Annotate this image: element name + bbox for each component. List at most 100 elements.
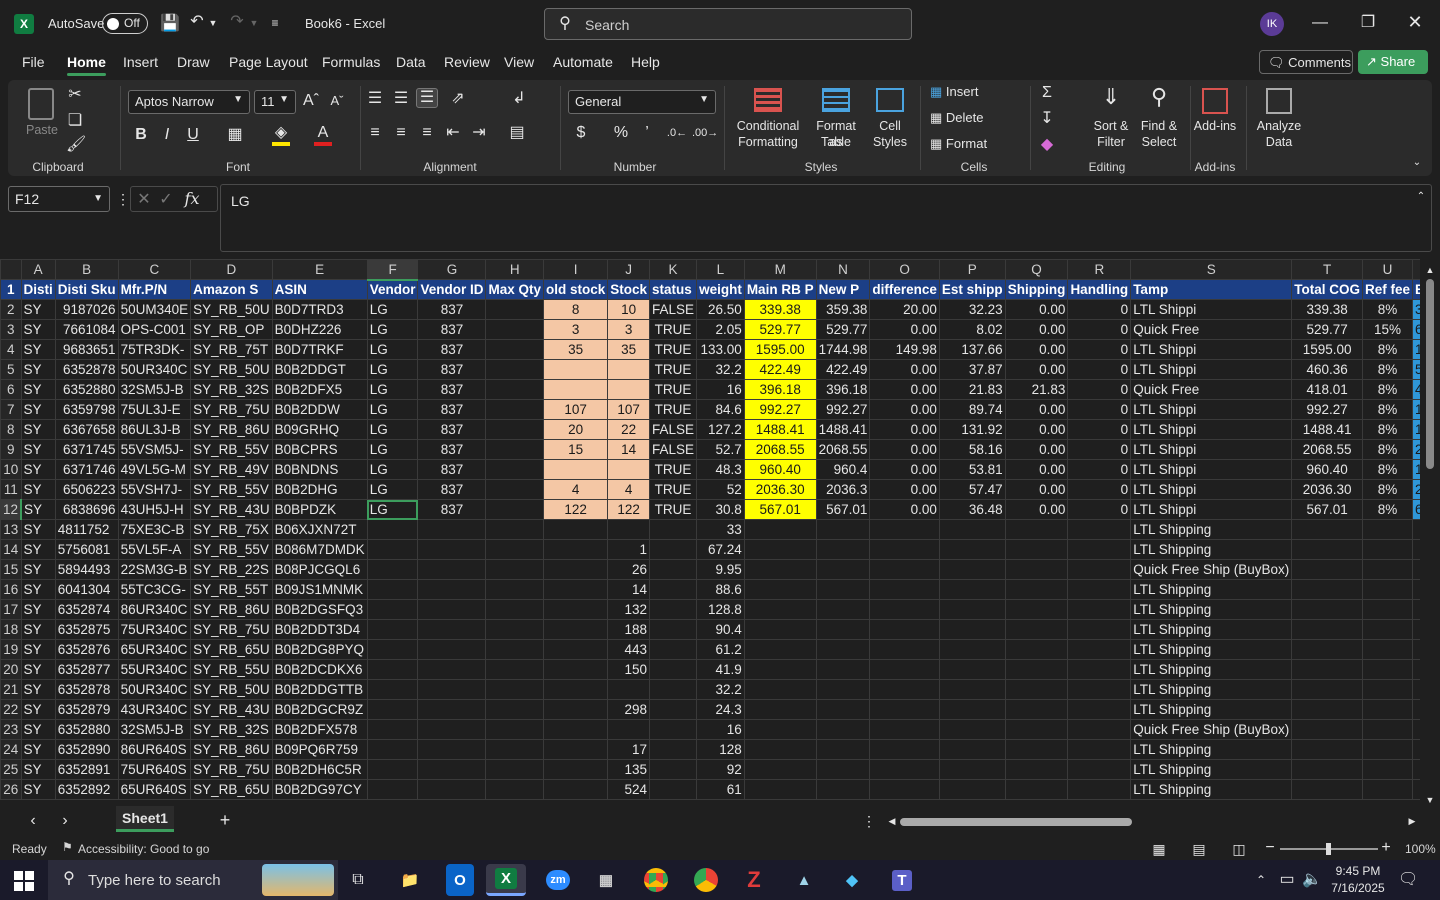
cell[interactable]: [1412, 699, 1420, 720]
task-view-icon[interactable]: ⧉: [348, 871, 368, 889]
clear-icon[interactable]: ◆: [1038, 136, 1056, 154]
cell[interactable]: 422.49: [815, 359, 871, 380]
cell[interactable]: [485, 579, 544, 600]
redo-icon[interactable]: ↷: [228, 13, 246, 31]
cell[interactable]: 32SM5J-B: [117, 719, 192, 740]
cell[interactable]: [649, 519, 698, 540]
row-header[interactable]: 23: [0, 719, 22, 740]
fill-color-icon[interactable]: ◈: [272, 124, 290, 146]
cell-styles-button[interactable]: Cell Styles: [866, 86, 914, 152]
cell[interactable]: 3: [607, 319, 651, 340]
cell[interactable]: 61: [696, 779, 745, 800]
cell[interactable]: 7661084: [54, 319, 119, 340]
column-header-v[interactable]: V: [1412, 259, 1420, 280]
cell[interactable]: 9683651: [54, 339, 119, 360]
cell[interactable]: 16: [696, 379, 745, 400]
cell[interactable]: 14: [607, 579, 651, 600]
cell[interactable]: LG: [366, 439, 419, 460]
cell[interactable]: [649, 659, 698, 680]
cell[interactable]: [938, 579, 1006, 600]
header-cell[interactable]: Est shipp: [938, 279, 1006, 300]
cell[interactable]: LG: [366, 459, 419, 480]
cell[interactable]: 107: [607, 399, 651, 420]
cell[interactable]: 50UR340C: [117, 679, 192, 700]
cell[interactable]: 6352880: [54, 719, 119, 740]
cell[interactable]: 992.27: [1291, 399, 1363, 420]
chevron-up-icon[interactable]: ⌃: [1254, 871, 1268, 889]
cell[interactable]: 5756081: [54, 539, 119, 560]
outlook-icon[interactable]: O: [446, 864, 474, 896]
cell[interactable]: [938, 599, 1006, 620]
cell[interactable]: 8%: [1361, 439, 1414, 460]
cell[interactable]: 8%: [1361, 479, 1414, 500]
cell[interactable]: LG: [366, 299, 419, 320]
cell[interactable]: [542, 639, 609, 660]
header-cell[interactable]: Total COG: [1291, 279, 1363, 300]
cell[interactable]: 88.6: [696, 579, 745, 600]
cell[interactable]: 8%: [1361, 379, 1414, 400]
cell[interactable]: SY_RB_50U: [190, 359, 273, 380]
cell[interactable]: 396.18: [815, 379, 871, 400]
zoom-in-icon[interactable]: +: [1380, 839, 1392, 857]
column-header-i[interactable]: I: [542, 259, 609, 280]
cell[interactable]: 15%: [1361, 319, 1414, 340]
cell[interactable]: 24.3: [696, 699, 745, 720]
cell[interactable]: 4: [607, 479, 651, 500]
cell[interactable]: 8: [542, 299, 609, 320]
cell[interactable]: 1488.41: [743, 419, 817, 440]
cell[interactable]: [1004, 739, 1069, 760]
cell[interactable]: 9.95: [696, 559, 745, 580]
cell[interactable]: [485, 659, 544, 680]
cell[interactable]: 1488.41: [1291, 419, 1363, 440]
cell[interactable]: FALSE: [649, 419, 698, 440]
cell[interactable]: LTL Shippi: [1130, 299, 1293, 320]
cell[interactable]: SY: [20, 679, 56, 700]
cell[interactable]: [1412, 679, 1420, 700]
cell[interactable]: [815, 519, 871, 540]
cell[interactable]: SY: [20, 699, 56, 720]
cell[interactable]: 61.2: [696, 639, 745, 660]
enter-icon[interactable]: ✓: [159, 191, 173, 209]
cell[interactable]: [1412, 719, 1420, 740]
cell[interactable]: [1067, 619, 1132, 640]
header-cell[interactable]: Tamp: [1130, 279, 1293, 300]
cell[interactable]: [869, 759, 940, 780]
cell[interactable]: [869, 519, 940, 540]
cell[interactable]: 75UR640S: [117, 759, 192, 780]
cell[interactable]: 10: [607, 299, 651, 320]
cell[interactable]: SY_RB_65U: [190, 639, 273, 660]
cell[interactable]: 84.6: [696, 399, 745, 420]
cell[interactable]: [743, 759, 817, 780]
delete-cells-button[interactable]: ▦ Delete: [930, 110, 1016, 130]
borders-icon[interactable]: ▦: [226, 126, 244, 144]
cell[interactable]: 6352891: [54, 759, 119, 780]
network-icon[interactable]: ▭: [1278, 871, 1296, 889]
cell[interactable]: [869, 599, 940, 620]
column-header-b[interactable]: B: [54, 259, 119, 280]
cell[interactable]: 0.00: [869, 399, 940, 420]
column-header-k[interactable]: K: [649, 259, 698, 280]
font-color-icon[interactable]: A: [314, 124, 332, 146]
column-header-j[interactable]: J: [607, 259, 651, 280]
tab-draw[interactable]: Draw: [177, 54, 210, 70]
cell[interactable]: 0.00: [1004, 459, 1069, 480]
conditional-formatting-button[interactable]: Conditional Formatting: [730, 86, 806, 152]
cell[interactable]: SY_RB_32S: [190, 379, 273, 400]
cell[interactable]: 529.77: [815, 319, 871, 340]
cell[interactable]: SY_RB_49V: [190, 459, 273, 480]
close-icon[interactable]: ✕: [1406, 13, 1424, 31]
cell[interactable]: 0: [1067, 479, 1132, 500]
cell[interactable]: [366, 539, 419, 560]
cell[interactable]: 55VSH7J-: [117, 479, 192, 500]
row-header[interactable]: 9: [0, 439, 22, 460]
row-header[interactable]: 7: [0, 399, 22, 420]
cell[interactable]: [542, 699, 609, 720]
cell[interactable]: [1412, 519, 1420, 540]
align-left-icon[interactable]: ≡: [366, 124, 384, 142]
cell[interactable]: [869, 659, 940, 680]
cell[interactable]: SY_RB_55T: [190, 579, 273, 600]
cell[interactable]: [1004, 579, 1069, 600]
cell[interactable]: [869, 719, 940, 740]
cell[interactable]: 58.16: [938, 439, 1006, 460]
underline-icon[interactable]: U: [184, 126, 202, 144]
